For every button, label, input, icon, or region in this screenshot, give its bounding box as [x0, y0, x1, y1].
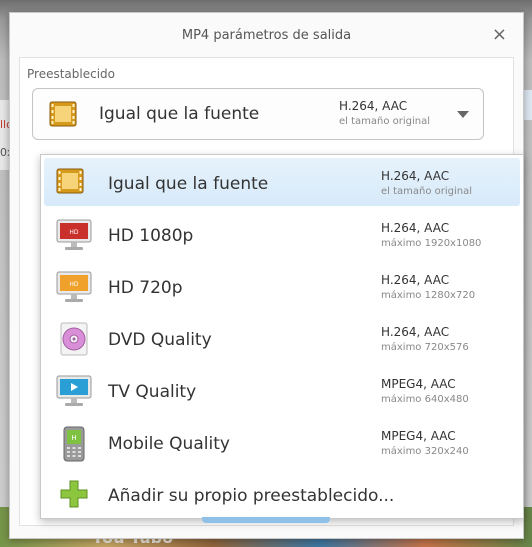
- preset-option-resolution: máximo 720x576: [381, 342, 469, 353]
- plus-icon: [56, 478, 92, 514]
- preset-option[interactable]: TV Quality MPEG4, AAC máximo 640x480: [44, 366, 520, 414]
- preset-option-codec: H.264, AAC: [381, 169, 450, 183]
- svg-text:H: H: [71, 434, 76, 442]
- preset-option[interactable]: Igual que la fuente H.264, AAC el tamaño…: [44, 158, 520, 206]
- preset-option-name: HD 720p: [108, 278, 183, 298]
- dialog-title: MP4 parámetros de salida: [181, 28, 352, 43]
- preset-option-codec: H.264, AAC: [381, 221, 450, 235]
- dvd-disc-icon: [56, 322, 92, 360]
- hidden-button-edge: [202, 517, 330, 523]
- preset-select[interactable]: Igual que la fuente H.264, AAC el tamaño…: [32, 88, 484, 140]
- preset-option-codec: MPEG4, AAC: [381, 377, 456, 391]
- preset-select-resolution: el tamaño original: [339, 116, 431, 127]
- monitor-hd-red-icon: HD: [56, 218, 92, 256]
- film-icon: [56, 166, 84, 200]
- preset-option-name: Igual que la fuente: [108, 174, 269, 194]
- chevron-down-icon[interactable]: [457, 111, 469, 118]
- preset-select-codec: H.264, AAC: [339, 99, 408, 113]
- preset-option-name: Mobile Quality: [108, 434, 230, 454]
- svg-text:HD: HD: [69, 281, 79, 288]
- title-bar: MP4 parámetros de salida ×: [10, 13, 523, 55]
- add-preset-option[interactable]: Añadir su propio preestablecido...: [44, 470, 520, 518]
- preset-option-name: DVD Quality: [108, 330, 212, 350]
- preset-option-codec: H.264, AAC: [381, 325, 450, 339]
- preset-label: Preestablecido: [27, 67, 115, 81]
- film-icon: [49, 101, 77, 131]
- preset-option[interactable]: HD HD 720p H.264, AAC máximo 1280x720: [44, 262, 520, 310]
- add-preset-label: Añadir su propio preestablecido...: [108, 486, 395, 506]
- preset-option[interactable]: DVD Quality H.264, AAC máximo 720x576: [44, 314, 520, 362]
- svg-text:HD: HD: [69, 229, 79, 236]
- mobile-phone-icon: H: [56, 426, 92, 466]
- preset-option-resolution: el tamaño original: [381, 186, 473, 197]
- preset-option-codec: H.264, AAC: [381, 273, 450, 287]
- preset-select-name: Igual que la fuente: [99, 104, 260, 124]
- preset-option[interactable]: H Mobile Quality MPEG4, AAC máximo 320x2…: [44, 418, 520, 466]
- preset-option-codec: MPEG4, AAC: [381, 429, 456, 443]
- preset-option-resolution: máximo 640x480: [381, 394, 469, 405]
- close-icon[interactable]: ×: [492, 24, 507, 45]
- preset-option-name: TV Quality: [108, 382, 197, 402]
- preset-option[interactable]: HD HD 1080p H.264, AAC máximo 1920x1080: [44, 210, 520, 258]
- preset-dropdown-list: Igual que la fuente H.264, AAC el tamaño…: [40, 154, 524, 519]
- monitor-hd-orange-icon: HD: [56, 270, 92, 308]
- preset-option-resolution: máximo 1920x1080: [381, 238, 482, 249]
- preset-option-resolution: máximo 320x240: [381, 446, 469, 457]
- preset-option-resolution: máximo 1280x720: [381, 290, 476, 301]
- preset-option-name: HD 1080p: [108, 226, 194, 246]
- tv-play-icon: [56, 374, 92, 412]
